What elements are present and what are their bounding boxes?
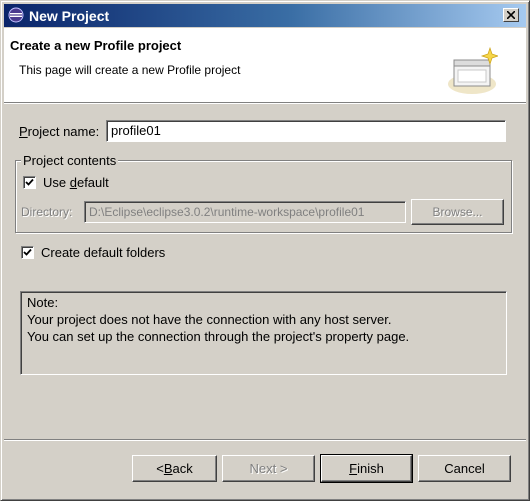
wizard-page-description: This page will create a new Profile proj… [19,63,241,77]
create-default-folders-label[interactable]: Create default folders [41,245,165,260]
browse-button[interactable]: Browse... [411,199,504,225]
button-bar-separator [4,439,526,441]
next-button[interactable]: Next > [222,455,315,482]
use-default-checkbox[interactable] [23,176,36,189]
banner-separator [4,103,526,104]
directory-input[interactable]: D:\Eclipse\eclipse3.0.2\runtime-workspac… [84,201,406,223]
close-button[interactable] [503,8,519,22]
title-bar[interactable]: New Project [4,4,526,27]
directory-label: Directory: [21,205,73,219]
new-project-dialog: New Project Create a new Profile project… [0,0,530,501]
note-text-area: Note: Your project does not have the con… [20,291,507,375]
window-title: New Project [29,8,110,24]
wizard-page-title: Create a new Profile project [10,38,182,53]
create-default-folders-checkbox[interactable] [21,246,34,259]
note-heading: Note: [27,295,59,310]
cancel-button[interactable]: Cancel [418,455,511,482]
new-project-wizard-icon [448,46,498,94]
use-default-label[interactable]: Use default [43,175,109,190]
project-name-input[interactable]: profile01 [106,120,506,142]
checkmark-icon [23,248,32,256]
wizard-banner: Create a new Profile project This page w… [4,28,526,103]
note-line: Your project does not have the connectio… [27,312,392,327]
finish-button[interactable]: Finish [320,454,413,483]
note-line: You can set up the connection through th… [27,329,410,344]
project-contents-legend: Project contents [21,153,119,168]
close-icon [507,11,515,19]
eclipse-icon [8,7,24,23]
checkmark-icon [25,178,34,186]
project-name-label: Project name: [19,124,100,139]
back-button[interactable]: < Back [132,455,217,482]
